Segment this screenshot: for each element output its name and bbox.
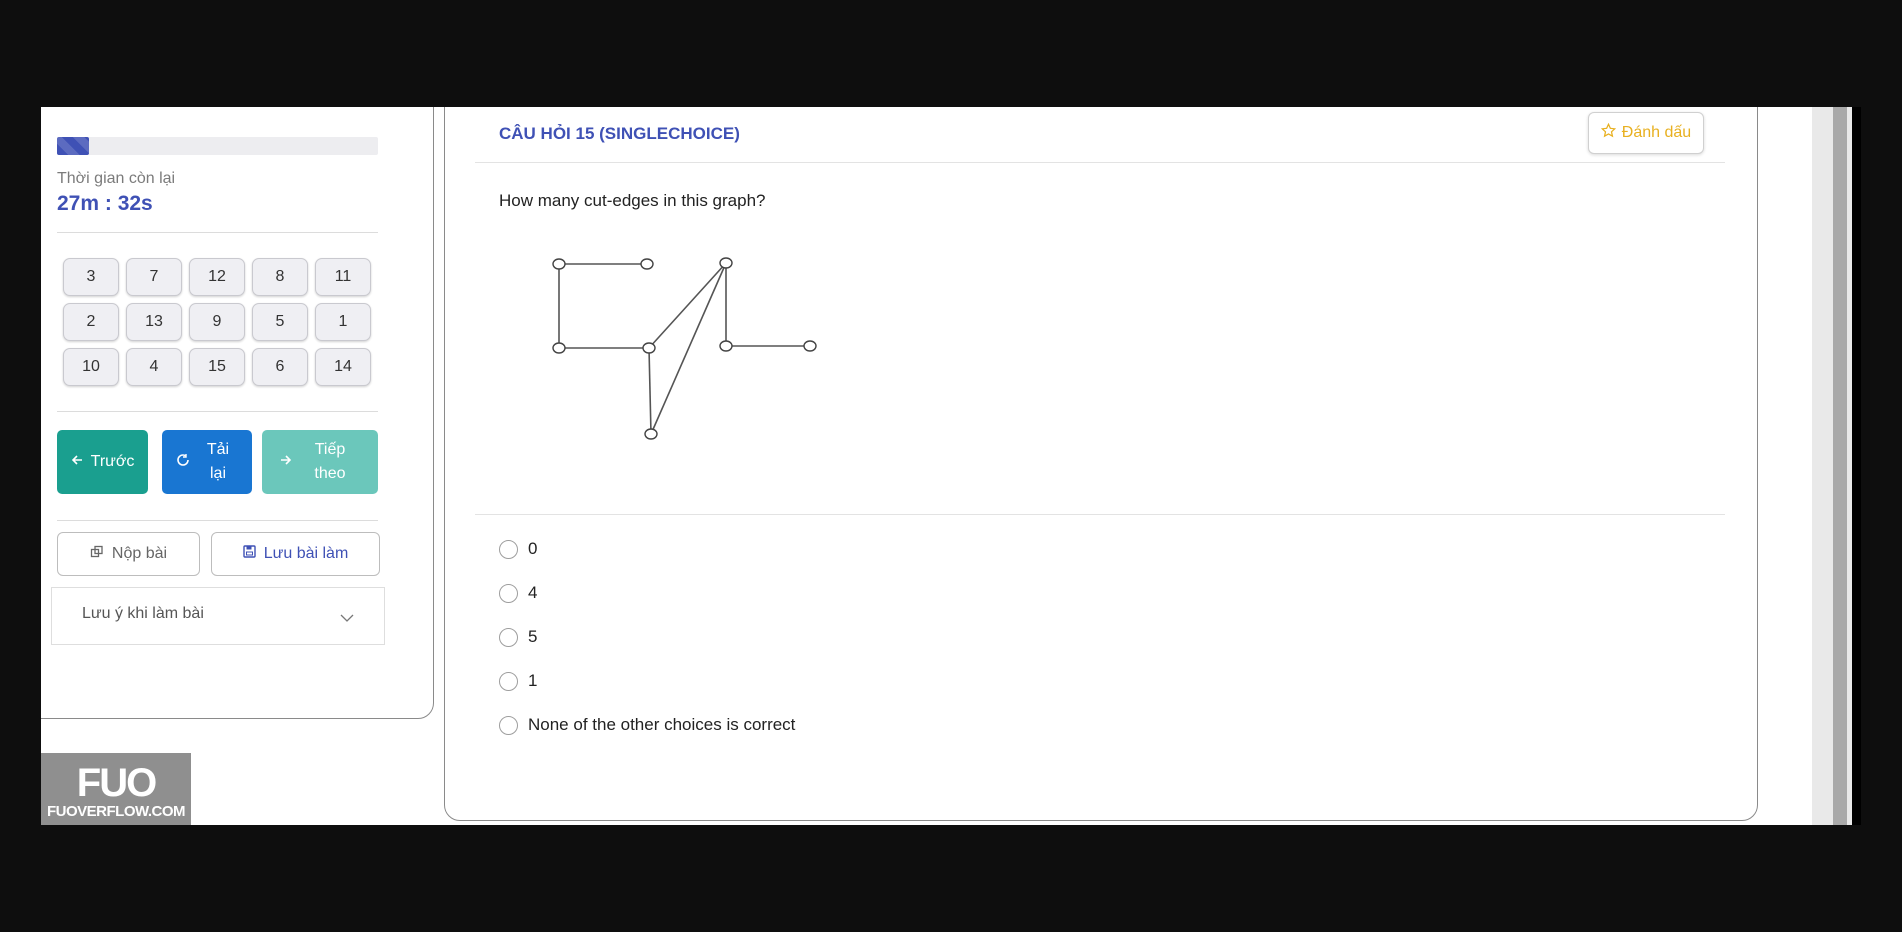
time-progress-bar xyxy=(57,137,378,155)
arrow-right-icon xyxy=(280,453,292,471)
question-number-button[interactable]: 1 xyxy=(315,303,371,341)
question-number-button[interactable]: 14 xyxy=(315,348,371,386)
logo-mark: FUO xyxy=(76,761,157,805)
radio-button[interactable] xyxy=(499,671,518,691)
star-icon xyxy=(1600,122,1616,143)
question-number-button[interactable]: 3 xyxy=(63,258,119,296)
logo-site-name: FUOVERFLOW.COM xyxy=(47,803,186,820)
divider xyxy=(475,162,1725,163)
question-number-button[interactable]: 11 xyxy=(315,258,371,296)
answer-option[interactable]: 4 xyxy=(499,583,537,603)
save-button[interactable]: Lưu bài làm xyxy=(211,532,380,576)
bookmark-button-label: Đánh dấu xyxy=(1621,124,1692,141)
question-graph-image xyxy=(541,252,871,467)
radio-button[interactable] xyxy=(499,627,518,647)
copy-icon xyxy=(90,545,104,564)
question-number-button[interactable]: 7 xyxy=(126,258,182,296)
notes-accordion[interactable]: Lưu ý khi làm bài xyxy=(51,587,385,645)
notes-accordion-label: Lưu ý khi làm bài xyxy=(82,605,204,622)
chevron-down-icon xyxy=(340,610,354,628)
page-viewport: Thời gian còn lại 27m : 32s 3 7 12 8 11 … xyxy=(41,107,1861,825)
divider xyxy=(57,520,378,521)
question-number-button[interactable]: 10 xyxy=(63,348,119,386)
time-progress-fill xyxy=(57,137,90,155)
divider xyxy=(57,232,378,233)
question-number-button[interactable]: 9 xyxy=(189,303,245,341)
refresh-icon xyxy=(176,453,190,472)
question-number-button[interactable]: 5 xyxy=(252,303,308,341)
question-title: CÂU HỎI 15 (SINGLECHOICE) xyxy=(499,124,740,143)
window-edge xyxy=(1852,107,1861,825)
answer-option-label: 0 xyxy=(528,539,538,558)
save-button-label: Lưu bài làm xyxy=(263,545,349,562)
question-text: How many cut-edges in this graph? xyxy=(499,191,766,210)
question-number-button[interactable]: 2 xyxy=(63,303,119,341)
radio-button[interactable] xyxy=(499,583,518,603)
question-number-button[interactable]: 13 xyxy=(126,303,182,341)
site-logo: FUO FUOVERFLOW.COM xyxy=(41,753,191,825)
prev-button[interactable]: Trước xyxy=(57,430,148,494)
prev-button-label: Trước xyxy=(90,453,135,470)
radio-button[interactable] xyxy=(499,539,518,559)
time-remaining-value: 27m : 32s xyxy=(57,192,153,215)
answer-option[interactable]: 5 xyxy=(499,627,537,647)
question-number-button[interactable]: 6 xyxy=(252,348,308,386)
question-number-button[interactable]: 4 xyxy=(126,348,182,386)
submit-button-label: Nộp bài xyxy=(111,545,168,562)
arrow-left-icon xyxy=(71,453,83,471)
answer-option[interactable]: 1 xyxy=(499,671,537,691)
question-number-button[interactable]: 15 xyxy=(189,348,245,386)
answer-option[interactable]: None of the other choices is correct xyxy=(499,715,795,735)
question-number-button[interactable]: 8 xyxy=(252,258,308,296)
page-scrollbar-thumb[interactable] xyxy=(1833,107,1847,825)
answer-option-label: None of the other choices is correct xyxy=(528,715,796,734)
answer-option-label: 5 xyxy=(528,627,538,646)
question-navigator: 3 7 12 8 11 2 13 9 5 1 10 4 15 6 14 xyxy=(63,258,373,386)
answer-option-label: 4 xyxy=(528,583,538,602)
next-button-label: Tiếp theo xyxy=(314,441,346,482)
radio-button[interactable] xyxy=(499,715,518,735)
answer-option-label: 1 xyxy=(528,671,538,690)
submit-button[interactable]: Nộp bài xyxy=(57,532,200,576)
divider xyxy=(57,411,378,412)
divider xyxy=(475,514,1725,515)
time-remaining-label: Thời gian còn lại xyxy=(57,170,176,187)
next-button[interactable]: Tiếp theo xyxy=(262,430,378,494)
answer-option[interactable]: 0 xyxy=(499,539,537,559)
question-number-button[interactable]: 12 xyxy=(189,258,245,296)
reload-button-label: Tải lại xyxy=(206,441,230,482)
reload-button[interactable]: Tải lại xyxy=(162,430,252,494)
save-icon xyxy=(243,545,256,563)
bookmark-button[interactable]: Đánh dấu xyxy=(1588,112,1704,154)
